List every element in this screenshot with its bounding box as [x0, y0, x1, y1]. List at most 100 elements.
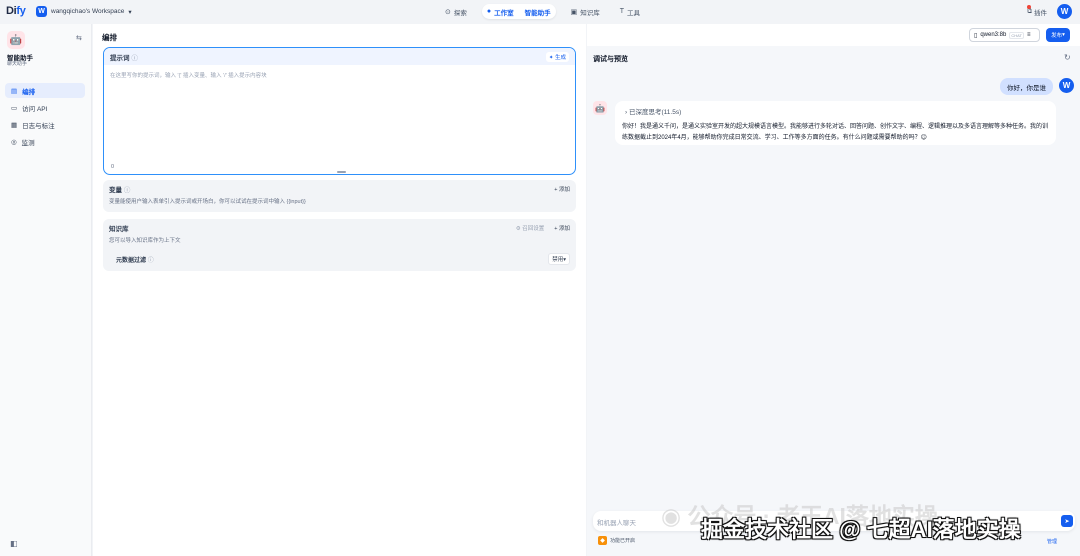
debug-toolbar: ▯ qwen3:8b CHAT ≡ 发布 ▾ — [587, 24, 1080, 46]
refresh-icon[interactable]: ↻ — [1064, 53, 1071, 62]
info-icon: ⓘ — [131, 54, 138, 62]
features-indicator: ◆ 功能已开启 — [598, 536, 635, 545]
workspace-switcher[interactable]: W wangqichao's Workspace ▾ — [36, 6, 132, 17]
bot-message: › 已深度思考(11.5s) 你好！我是通义千问，是通义实验室开发的超大规模语言… — [615, 101, 1056, 145]
user-avatar[interactable]: W — [1057, 4, 1072, 19]
knowledge-actions: ⚙ 召回设置 + 添加 — [516, 224, 570, 232]
nav-studio-label: 工作室 — [494, 9, 514, 17]
thinking-toggle[interactable]: › 已深度思考(11.5s) — [625, 106, 681, 116]
metadata-filter-row: 元数据过滤 ⓘ 禁用▾ — [103, 253, 576, 265]
variables-title-text: 变量 — [109, 186, 122, 194]
nav-knowledge-label: 知识库 — [580, 9, 600, 17]
sidebar-toggle-icon[interactable]: ◧ — [10, 539, 18, 548]
app-sidebar: 🤖 ⇆ 智能助手 聊天助手 ▤ 编排 ▭ 访问 API ▦ 日志与标注 ◎ 监测 ◧ — [0, 24, 92, 556]
generate-label: 生成 — [554, 54, 566, 61]
plugins-label: 插件 — [1034, 9, 1047, 17]
layout-icon: ▤ — [11, 87, 18, 95]
orchestrate-panel: 编排 提示词 ⓘ ✦ 生成 在这里写你的提示词，输入 '{' 插入变量、输入 '… — [93, 24, 586, 556]
sidebar-item-label: 监测 — [21, 139, 35, 147]
current-app-breadcrumb[interactable]: 智能助手 — [525, 7, 551, 17]
publish-button[interactable]: 发布 ▾ — [1046, 28, 1070, 42]
prompt-editor[interactable]: 提示词 ⓘ ✦ 生成 在这里写你的提示词，输入 '{' 插入变量、输入 '/' … — [103, 47, 576, 175]
metadata-filter-title: 元数据过滤 ⓘ — [116, 255, 154, 264]
info-icon: ⓘ — [123, 186, 131, 194]
sidebar-item-label: 日志与标注 — [22, 122, 55, 130]
nav-knowledge[interactable]: ▣ 知识库 — [566, 4, 605, 19]
terminal-icon: ▭ — [11, 104, 18, 112]
knowledge-title: 知识库 — [109, 225, 129, 233]
orchestrate-title: 编排 — [102, 33, 117, 42]
nav-tools-label: 工具 — [627, 9, 641, 17]
logo-accent-text: fy — [16, 5, 26, 17]
recall-settings-label: 召回设置 — [522, 225, 545, 232]
model-tag: CHAT — [1009, 31, 1024, 39]
document-icon: ▦ — [11, 121, 18, 129]
notification-dot — [1027, 4, 1032, 9]
nav-tools[interactable]: T 工具 — [615, 4, 645, 19]
logo-main-text: Di — [6, 5, 17, 17]
knowledge-card: 知识库 ⚙ 召回设置 + 添加 您可以导入知识库作为上下文 元数据过滤 ⓘ 禁用… — [103, 219, 576, 271]
prompt-placeholder[interactable]: 在这里写你的提示词，输入 '{' 插入变量、输入 '/' 插入提示内容块 — [110, 71, 267, 79]
prompt-label: 提示词 ⓘ — [110, 52, 138, 62]
debug-preview-panel: ▯ qwen3:8b CHAT ≡ 发布 ▾ 调试与预览 ↻ 你好，你是谁 W 🤖… — [587, 24, 1080, 556]
top-bar: Dify W wangqichao's Workspace ▾ ⊙ 探索 ● 工作室… — [0, 0, 1080, 24]
collapse-icon[interactable]: ⇆ — [76, 34, 82, 42]
sidebar-nav: ▤ 编排 ▭ 访问 API ▦ 日志与标注 ◎ 监测 — [5, 83, 85, 151]
variables-description: 变量能使用户输入表单引入提示词或开场白，你可以试试在提示词中输入 {{input… — [109, 199, 306, 205]
nav-explore[interactable]: ⊙ 探索 — [440, 4, 472, 19]
sparkle-icon: ✦ — [548, 54, 554, 61]
book-icon: ▣ — [570, 8, 578, 16]
feature-icon: ◆ — [598, 536, 607, 545]
plugins-button[interactable]: ⧉ 插件 — [1027, 4, 1047, 17]
model-selector[interactable]: ▯ qwen3:8b CHAT ≡ — [969, 28, 1040, 42]
sliders-icon: ≡ — [1026, 32, 1031, 38]
sidebar-item-orchestrate[interactable]: ▤ 编排 — [5, 83, 85, 98]
nav-studio[interactable]: ● 工作室 智能助手 — [481, 4, 556, 19]
send-icon: ➤ — [1064, 518, 1070, 525]
add-variable-button[interactable]: + 添加 — [554, 185, 570, 193]
info-icon: ⓘ — [147, 257, 154, 264]
chevron-right-icon: › — [625, 109, 628, 116]
add-knowledge-button[interactable]: + 添加 — [554, 224, 570, 232]
plugin-icon: ⧉ — [1027, 7, 1032, 15]
model-icon: ▯ — [974, 32, 978, 39]
publish-label: 发布 — [1051, 33, 1063, 39]
sidebar-item-label: 访问 API — [22, 105, 48, 113]
robot-icon: 🤖 — [593, 101, 607, 115]
workspace-badge: W — [36, 6, 47, 17]
user-message: 你好，你是谁 — [1000, 78, 1053, 95]
bot-message-text: 你好！我是通义千问，是通义实验室开发的超大规模语言模型。我能够进行多轮对话、回答… — [622, 124, 1049, 141]
knowledge-description: 您可以导入知识库作为上下文 — [109, 238, 181, 244]
overlay-watermark: 掘金技术社区 @ 七超AI落地实操 — [701, 517, 1021, 542]
chevron-down-icon: ▾ — [563, 257, 566, 263]
dify-logo[interactable]: Dify — [6, 5, 26, 17]
resize-handle[interactable] — [337, 171, 346, 173]
manage-features-link[interactable]: 管理 — [1047, 538, 1057, 545]
sidebar-item-api[interactable]: ▭ 访问 API — [5, 100, 85, 115]
variables-title: 变量 ⓘ — [109, 184, 130, 194]
studio-icon: ● — [486, 8, 492, 15]
debug-title: 调试与预览 — [593, 56, 628, 63]
robot-icon: 🤖 — [7, 31, 25, 49]
variables-header: 变量 ⓘ + 添加 — [103, 180, 576, 197]
knowledge-header: 知识库 ⚙ 召回设置 + 添加 — [103, 219, 576, 236]
top-right-actions: ⧉ 插件 W — [1027, 4, 1072, 19]
sidebar-item-monitor[interactable]: ◎ 监测 — [5, 134, 85, 149]
metadata-filter-select[interactable]: 禁用▾ — [548, 253, 570, 265]
app-type: 聊天助手 — [7, 61, 28, 67]
generate-button[interactable]: ✦ 生成 — [545, 51, 569, 62]
sidebar-item-label: 编排 — [22, 88, 36, 96]
main-nav: ⊙ 探索 ● 工作室 智能助手 ▣ 知识库 T 工具 — [440, 4, 645, 19]
chevron-down-icon: ▾ — [1062, 32, 1065, 38]
hammer-icon: T — [619, 8, 625, 15]
thinking-label: 已深度思考(11.5s) — [628, 109, 682, 116]
send-button[interactable]: ➤ — [1061, 515, 1073, 527]
prompt-char-count: 0 — [111, 164, 115, 170]
chevron-down-icon: ▾ — [128, 8, 132, 16]
monitor-icon: ◎ — [11, 138, 17, 146]
nav-explore-label: 探索 — [453, 9, 467, 17]
recall-settings-button[interactable]: ⚙ 召回设置 — [516, 224, 544, 232]
variables-card: 变量 ⓘ + 添加 变量能使用户输入表单引入提示词或开场白，你可以试试在提示词中… — [103, 180, 576, 212]
sidebar-item-logs[interactable]: ▦ 日志与标注 — [5, 117, 85, 132]
metadata-filter-value: 禁用 — [552, 257, 564, 263]
